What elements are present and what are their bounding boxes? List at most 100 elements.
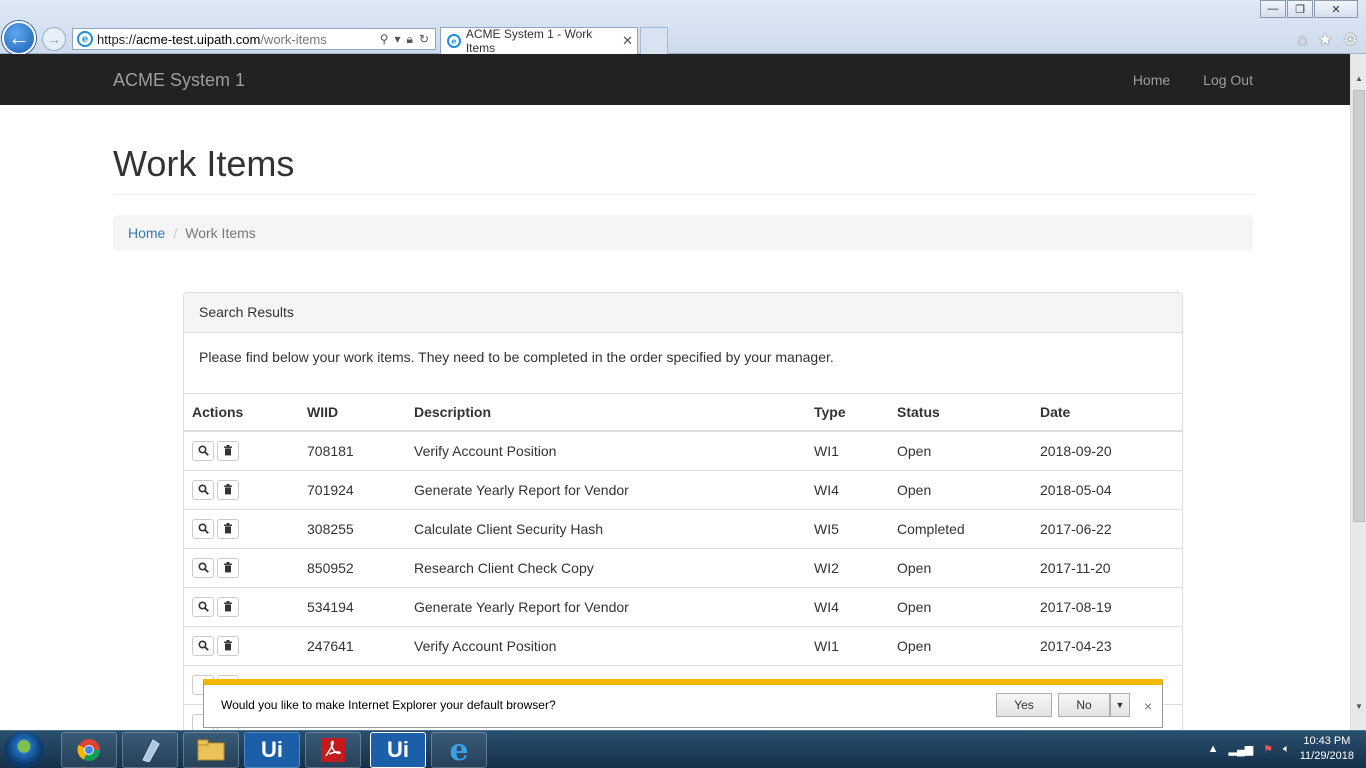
start-button[interactable] (4, 732, 44, 768)
scroll-down-icon[interactable]: ▼ (1351, 698, 1366, 714)
ie-icon: e (77, 31, 93, 47)
cell-type: WI4 (806, 470, 889, 510)
address-tools: ⚲ ▾ 🔒︎ ↻ (380, 32, 435, 47)
nav-logout-link[interactable]: Log Out (1203, 72, 1253, 88)
home-icon[interactable]: ⌂ (1297, 30, 1307, 50)
page-scrollbar[interactable]: ▲ ▼ (1350, 54, 1366, 730)
brand-link[interactable]: ACME System 1 (113, 70, 245, 91)
cell-description: Verify Account Position (406, 431, 806, 471)
panel-heading: Search Results (184, 293, 1182, 333)
cell-type: WI1 (806, 431, 889, 471)
view-button[interactable] (192, 557, 214, 578)
delete-button[interactable] (217, 518, 239, 539)
system-tray: ▲ ▂▄▆ ⚑ 🔈︎ 10:43 PM 11/29/2018 (1208, 734, 1354, 764)
magnifier-icon (197, 523, 209, 534)
ie-icon: e (449, 732, 469, 768)
cell-date: 2017-04-23 (1032, 626, 1182, 666)
taskbar-internet-explorer[interactable]: e (431, 732, 487, 768)
window-controls: — ❐ ✕ (1259, 0, 1358, 18)
panel-body-text: Please find below your work items. They … (184, 333, 1182, 394)
view-button[interactable] (192, 440, 214, 461)
delete-button[interactable] (217, 635, 239, 656)
notification-dropdown-icon[interactable]: ▼ (1110, 693, 1130, 717)
uipath-icon: Ui (261, 737, 283, 762)
taskbar-acrobat[interactable] (305, 732, 361, 768)
uipath-icon: Ui (387, 737, 409, 762)
clock-date: 11/29/2018 (1299, 750, 1354, 762)
dropdown-icon[interactable]: ▾ (395, 32, 401, 47)
view-button[interactable] (192, 518, 214, 539)
cell-wiid: 701924 (299, 470, 406, 510)
view-button[interactable] (192, 635, 214, 656)
minimize-button[interactable]: — (1260, 0, 1286, 18)
magnifier-icon (197, 562, 209, 573)
magnifier-icon (197, 484, 209, 495)
trash-icon (224, 640, 232, 651)
scroll-up-icon[interactable]: ▲ (1351, 70, 1366, 86)
cell-date: 2017-08-19 (1032, 587, 1182, 627)
taskbar-explorer[interactable] (183, 732, 239, 768)
delete-button[interactable] (217, 479, 239, 500)
breadcrumb-home[interactable]: Home (128, 225, 165, 241)
url-host: acme-test.uipath.com (136, 31, 261, 47)
network-icon[interactable]: ▂▄▆ (1229, 743, 1254, 756)
cell-wiid: 708181 (299, 431, 406, 471)
notification-close-icon[interactable]: × (1144, 698, 1152, 714)
cell-description: Research Client Check Copy (406, 548, 806, 588)
system-clock[interactable]: 10:43 PM 11/29/2018 (1300, 734, 1354, 764)
new-tab-button[interactable] (640, 27, 668, 54)
volume-muted-icon[interactable]: 🔈︎ (1283, 743, 1290, 756)
delete-button[interactable] (217, 440, 239, 461)
search-icon[interactable]: ⚲ (380, 32, 389, 47)
cell-description: Generate Yearly Report for Vendor (406, 587, 806, 627)
view-button[interactable] (192, 479, 214, 500)
page-title: Work Items (113, 143, 295, 184)
taskbar-chrome[interactable] (61, 732, 117, 768)
breadcrumb: Home / Work Items (113, 215, 1253, 251)
taskbar-app[interactable] (122, 732, 178, 768)
close-window-button[interactable]: ✕ (1314, 0, 1358, 18)
address-bar[interactable]: e https://acme-test.uipath.com/work-item… (72, 28, 436, 50)
back-button[interactable]: ← (2, 21, 36, 55)
pdf-icon (321, 738, 345, 762)
show-hidden-icons-icon[interactable]: ▲ (1208, 743, 1219, 755)
notification-text: Would you like to make Internet Explorer… (221, 698, 556, 712)
col-type: Type (806, 394, 889, 432)
cell-wiid: 534194 (299, 587, 406, 627)
star-icon[interactable]: ★ (1318, 30, 1333, 50)
delete-button[interactable] (217, 596, 239, 617)
breadcrumb-separator: / (173, 225, 178, 241)
row-actions (184, 470, 299, 510)
cell-date: 2018-09-20 (1032, 431, 1182, 471)
restore-button[interactable]: ❐ (1287, 0, 1313, 18)
lock-icon[interactable]: 🔒︎ (407, 32, 413, 47)
notification-no-button[interactable]: No (1058, 693, 1110, 717)
table-row: 247641 Verify Account Position WI1 Open 2017… (184, 626, 1182, 666)
taskbar-uipath-robot[interactable]: Ui (370, 732, 426, 768)
cell-status: Open (889, 470, 1032, 510)
nav-home-link[interactable]: Home (1133, 72, 1170, 88)
forward-button[interactable]: → (42, 27, 66, 51)
cell-status: Open (889, 548, 1032, 588)
back-arrow-icon: ← (8, 25, 30, 50)
cell-type: WI2 (806, 548, 889, 588)
taskbar-uipath-studio[interactable]: Ui (244, 732, 300, 768)
cell-type: WI5 (806, 509, 889, 549)
tab-close-icon[interactable]: ✕ (622, 33, 633, 49)
view-button[interactable] (192, 596, 214, 617)
scroll-thumb[interactable] (1353, 90, 1365, 522)
cell-wiid: 247641 (299, 626, 406, 666)
delete-button[interactable] (217, 557, 239, 578)
browser-tools: ⌂ ★ ⚙ (1297, 30, 1358, 50)
windows-taskbar: Ui Ui e ▲ ▂▄▆ ⚑ 🔈︎ 10:43 PM 11/29/2018 (0, 730, 1366, 768)
gear-icon[interactable]: ⚙ (1343, 30, 1358, 50)
cell-type: WI1 (806, 626, 889, 666)
folder-icon (197, 739, 225, 761)
notification-yes-button[interactable]: Yes (996, 693, 1052, 717)
app-icon (142, 739, 160, 762)
browser-tab[interactable]: e ACME System 1 - Work Items ✕ (440, 27, 638, 55)
cell-status: Open (889, 431, 1032, 471)
refresh-icon[interactable]: ↻ (419, 32, 429, 47)
flag-icon[interactable]: ⚑ (1263, 743, 1273, 756)
table-row: 308255 Calculate Client Security Hash WI5 C… (184, 509, 1182, 549)
